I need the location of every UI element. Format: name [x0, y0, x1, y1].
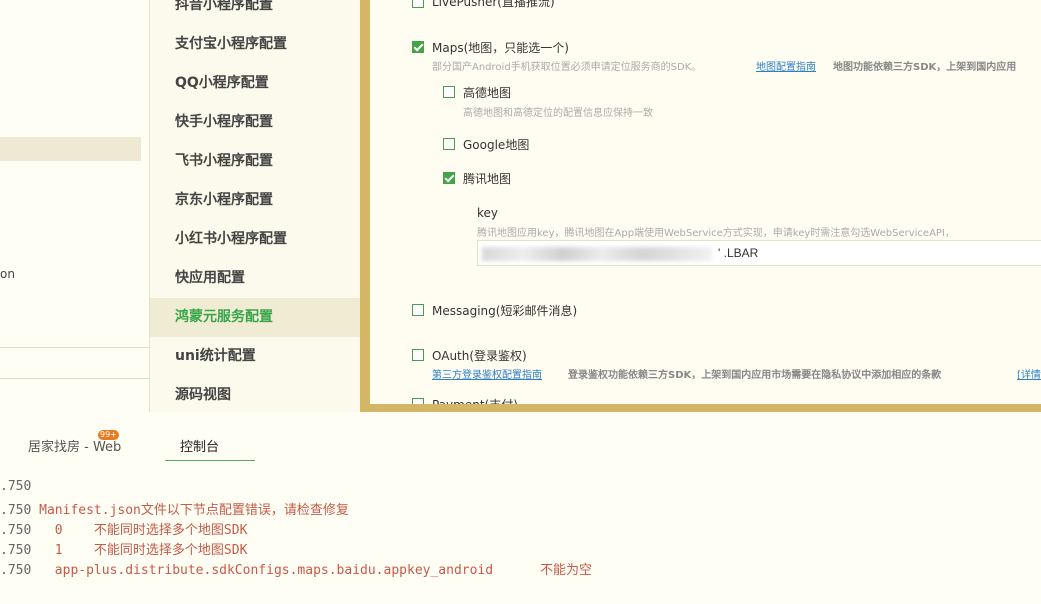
console-panel: 居家找房 - Web 99+ 控制台 .750 .750 Manifest.js… [0, 412, 1041, 604]
nav-item-uni-stat[interactable]: uni统计配置 [150, 337, 360, 376]
tencent-key-input[interactable]: ' .LBAR [477, 240, 1041, 266]
divider [0, 347, 149, 348]
module-settings-panel: LivePusher(直播推流) Maps(地图，只能选一个) 部分国产Andr… [370, 0, 1041, 412]
console-line: .750 app-plus.distribute.sdkConfigs.maps… [0, 563, 593, 578]
nav-item-douyin[interactable]: 抖音小程序配置 [150, 0, 360, 25]
tab-console[interactable]: 控制台 [180, 436, 219, 455]
nav-item-harmony[interactable]: 鸿蒙元服务配置 [150, 298, 360, 337]
livepusher-checkbox[interactable] [412, 0, 424, 8]
nav-item-jd[interactable]: 京东小程序配置 [150, 181, 360, 220]
maps-sdk-note: 地图功能依赖三方SDK，上架到国内应用 [833, 62, 1017, 73]
active-tab-indicator [165, 460, 255, 461]
amap-checkbox[interactable] [443, 86, 455, 98]
messaging-checkbox[interactable] [412, 304, 424, 316]
oauth-checkbox[interactable] [412, 349, 424, 361]
console-line: .750 Manifest.json文件以下节点配置错误，请检查修复 [0, 503, 349, 518]
file-tree-item[interactable]: on [0, 267, 15, 281]
manifest-config-nav: 抖音小程序配置 支付宝小程序配置 QQ小程序配置 快手小程序配置 飞书小程序配置… [150, 0, 360, 412]
console-line: .750 1 不能同时选择多个地图SDK [0, 543, 248, 558]
oauth-label: OAuth(登录鉴权) [432, 349, 527, 363]
maps-checkbox[interactable] [412, 41, 424, 53]
key-label: key [477, 206, 499, 220]
panel-bottom-border [370, 404, 1041, 412]
nav-item-kuaishou[interactable]: 快手小程序配置 [150, 103, 360, 142]
amap-label: 高德地图 [463, 86, 512, 100]
tencent-map-label: 腾讯地图 [463, 172, 512, 186]
tencent-map-checkbox[interactable] [443, 172, 455, 184]
google-map-label: Google地图 [463, 138, 530, 152]
livepusher-label: LivePusher(直播推流) [432, 0, 555, 9]
redacted-key-blur [482, 247, 712, 261]
nav-item-feishu[interactable]: 飞书小程序配置 [150, 142, 360, 181]
oauth-sdk-note: 登录鉴权功能依赖三方SDK，上架到国内应用市场需要在隐私协议中添加相应的条款 [568, 370, 942, 381]
unread-badge: 99+ [98, 430, 119, 440]
messaging-label: Messaging(短彩邮件消息) [432, 304, 578, 318]
nav-item-alipay[interactable]: 支付宝小程序配置 [150, 25, 360, 64]
key-description: 腾讯地图应用key，腾讯地图在App端使用WebService方式实现，申请ke… [477, 228, 955, 239]
console-line: .750 0 不能同时选择多个地图SDK [0, 523, 248, 538]
oauth-details-link[interactable]: [详情 [1017, 366, 1041, 381]
maps-guide-link[interactable]: 地图配置指南 [756, 58, 816, 73]
oauth-guide-link[interactable]: 第三方登录鉴权配置指南 [432, 366, 542, 381]
key-value: ' .LBAR [718, 246, 759, 260]
nav-item-qq[interactable]: QQ小程序配置 [150, 64, 360, 103]
divider [0, 378, 149, 379]
nav-item-xiaohongshu[interactable]: 小红书小程序配置 [150, 220, 360, 259]
nav-item-source-view[interactable]: 源码视图 [150, 376, 360, 415]
amap-description: 高德地图和高德定位的配置信息应保持一致 [463, 108, 653, 119]
file-tree-panel: on [0, 0, 150, 412]
maps-description: 部分国产Android手机获取位置必须申请定位服务商的SDK。 [432, 62, 702, 73]
maps-label: Maps(地图，只能选一个) [432, 41, 569, 55]
nav-item-quickapp[interactable]: 快应用配置 [150, 259, 360, 298]
file-tree-selected-row[interactable] [0, 137, 141, 161]
google-map-checkbox[interactable] [443, 138, 455, 150]
console-line: .750 [0, 479, 32, 494]
panel-separator [360, 0, 370, 412]
